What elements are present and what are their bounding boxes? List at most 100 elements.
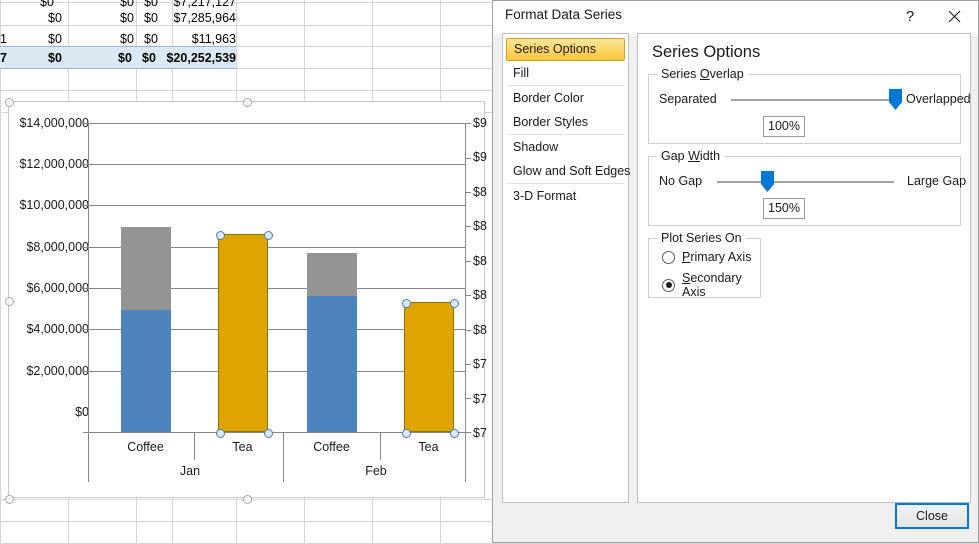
series-selection-handle[interactable] <box>449 298 459 308</box>
dialog-titlebar[interactable]: Format Data Series ? <box>493 1 978 35</box>
gap-width-group: Gap Width No Gap Large Gap 150% <box>648 149 966 226</box>
bar-jan-coffee-series1[interactable] <box>121 310 171 432</box>
grid-line-vertical <box>0 0 1 543</box>
secondary-y-axis-tick <box>466 364 471 365</box>
gap-width-min-label: No Gap <box>659 174 703 188</box>
secondary-y-axis-tick-label: $7 <box>473 426 487 440</box>
bar-jan-coffee-series2[interactable] <box>121 227 171 310</box>
gap-width-slider-thumb[interactable] <box>761 171 774 192</box>
x-axis-group-label: Jan <box>179 464 201 478</box>
cell-value[interactable]: $11,963 <box>108 32 236 46</box>
bar-feb-coffee-series1[interactable] <box>307 296 357 432</box>
chart-resize-handle[interactable] <box>243 495 252 504</box>
selected-row-border <box>0 46 236 47</box>
chart-object[interactable]: $14,000,000 $12,000,000 $10,000,000 $8,0… <box>5 98 487 504</box>
secondary-y-axis-tick <box>466 261 471 262</box>
secondary-y-axis-tick-label: $8 <box>473 323 487 337</box>
cell-value[interactable]: $0 <box>40 0 54 9</box>
secondary-y-axis-tick <box>466 432 471 433</box>
cell-value[interactable]: $7,285,964 <box>108 11 236 25</box>
nav-item-glow-and-soft-edges[interactable]: Glow and Soft Edges <box>506 159 630 183</box>
cell-value[interactable]: $0 <box>48 11 62 25</box>
nav-item-series-options[interactable]: Series Options <box>506 38 625 61</box>
series-overlap-slider-thumb[interactable] <box>889 89 902 110</box>
nav-item-label: Fill <box>513 66 529 80</box>
nav-item-3d-format[interactable]: 3-D Format <box>506 184 625 208</box>
y-axis-tick-label: $14,000,000 <box>19 116 89 130</box>
gap-width-slider-track[interactable] <box>717 181 894 183</box>
help-icon[interactable]: ? <box>888 1 932 31</box>
cell-value[interactable]: $0 <box>144 0 158 9</box>
series-selection-handle[interactable] <box>401 298 411 308</box>
series-selection-handle[interactable] <box>263 230 273 240</box>
radio-secondary-axis[interactable]: Secondary Axis <box>662 271 760 299</box>
radio-button-icon <box>662 278 675 292</box>
y-axis-line <box>88 123 89 433</box>
secondary-y-axis-line <box>465 123 466 433</box>
chart-gridline <box>88 164 465 165</box>
y-axis-tick-label: $8,000,000 <box>26 240 89 254</box>
series-overlap-min-label: Separated <box>659 92 717 106</box>
nav-item-label: Shadow <box>513 140 559 154</box>
series-selection-handle[interactable] <box>449 428 459 438</box>
cell-value[interactable]: $0 <box>120 0 134 9</box>
x-axis-category-label: Tea <box>418 440 439 454</box>
row-header[interactable]: 1 <box>0 32 7 46</box>
plot-series-on-legend: Plot Series On <box>657 231 746 245</box>
nav-item-shadow[interactable]: Shadow <box>506 135 625 159</box>
y-axis-tick-label: $12,000,000 <box>19 157 89 171</box>
x-axis-separator <box>380 432 381 460</box>
secondary-y-axis-tick-label: $8 <box>473 185 487 199</box>
secondary-y-axis-tick <box>466 295 471 296</box>
y-axis-tick <box>83 123 88 124</box>
secondary-y-axis-tick <box>466 226 471 227</box>
cell-value[interactable]: $20,252,539 <box>108 51 236 65</box>
secondary-y-axis-tick-label: $8 <box>473 219 487 233</box>
series-selection-handle[interactable] <box>401 428 411 438</box>
nav-item-fill[interactable]: Fill <box>506 61 625 85</box>
series-overlap-legend: Series Overlap <box>657 67 748 81</box>
close-icon[interactable] <box>932 1 976 31</box>
radio-button-icon <box>662 250 675 264</box>
chart-resize-handle[interactable] <box>5 297 14 306</box>
chart-resize-handle[interactable] <box>5 495 14 504</box>
gap-width-max-label: Large Gap <box>907 174 967 188</box>
bar-feb-coffee-series2[interactable] <box>307 253 357 296</box>
row-header[interactable]: 7 <box>0 51 7 65</box>
series-overlap-slider-track[interactable] <box>731 99 894 101</box>
secondary-y-axis-tick-label: $9 <box>473 150 487 164</box>
nav-item-border-color[interactable]: Border Color <box>506 86 625 110</box>
series-overlap-value-input[interactable]: 100% <box>763 116 805 137</box>
chart-resize-handle[interactable] <box>5 98 14 107</box>
secondary-y-axis-tick <box>466 192 471 193</box>
nav-item-label: Border Styles <box>513 115 589 129</box>
cell-value[interactable]: $0 <box>48 51 62 65</box>
nav-item-border-styles[interactable]: Border Styles <box>506 110 625 134</box>
series-selection-handle[interactable] <box>263 428 273 438</box>
secondary-y-axis-tick-label: $8 <box>473 288 487 302</box>
gap-width-legend: Gap Width <box>657 149 725 163</box>
bar-feb-tea-series3[interactable] <box>404 302 454 432</box>
series-overlap-group: Series Overlap Separated Overlapped 100% <box>648 67 971 144</box>
chart-plot-area: $14,000,000 $12,000,000 $10,000,000 $8,0… <box>9 102 487 499</box>
y-axis-tick <box>83 371 88 372</box>
secondary-y-axis-tick <box>466 158 471 159</box>
bar-jan-tea-series3[interactable] <box>218 234 268 432</box>
close-button[interactable]: Close <box>895 503 969 529</box>
y-axis-tick-label: $2,000,000 <box>26 364 89 378</box>
series-selection-handle[interactable] <box>215 230 225 240</box>
radio-primary-axis[interactable]: Primary Axis <box>662 250 751 264</box>
cell-value[interactable]: $0 <box>48 32 62 46</box>
secondary-y-axis-tick <box>466 123 471 124</box>
secondary-y-axis-tick <box>466 398 471 399</box>
y-axis-tick <box>83 164 88 165</box>
y-axis-tick <box>83 247 88 248</box>
radio-label: Primary Axis <box>682 250 752 264</box>
format-data-series-dialog: Format Data Series ? Series Options Fill… <box>492 0 979 543</box>
y-axis-tick-label: $4,000,000 <box>26 322 89 336</box>
dialog-category-list[interactable]: Series Options Fill Border Color Border … <box>502 33 630 503</box>
chart-resize-handle[interactable] <box>243 98 252 107</box>
gap-width-value-input[interactable]: 150% <box>763 198 805 219</box>
y-axis-tick <box>83 329 88 330</box>
series-selection-handle[interactable] <box>215 428 225 438</box>
